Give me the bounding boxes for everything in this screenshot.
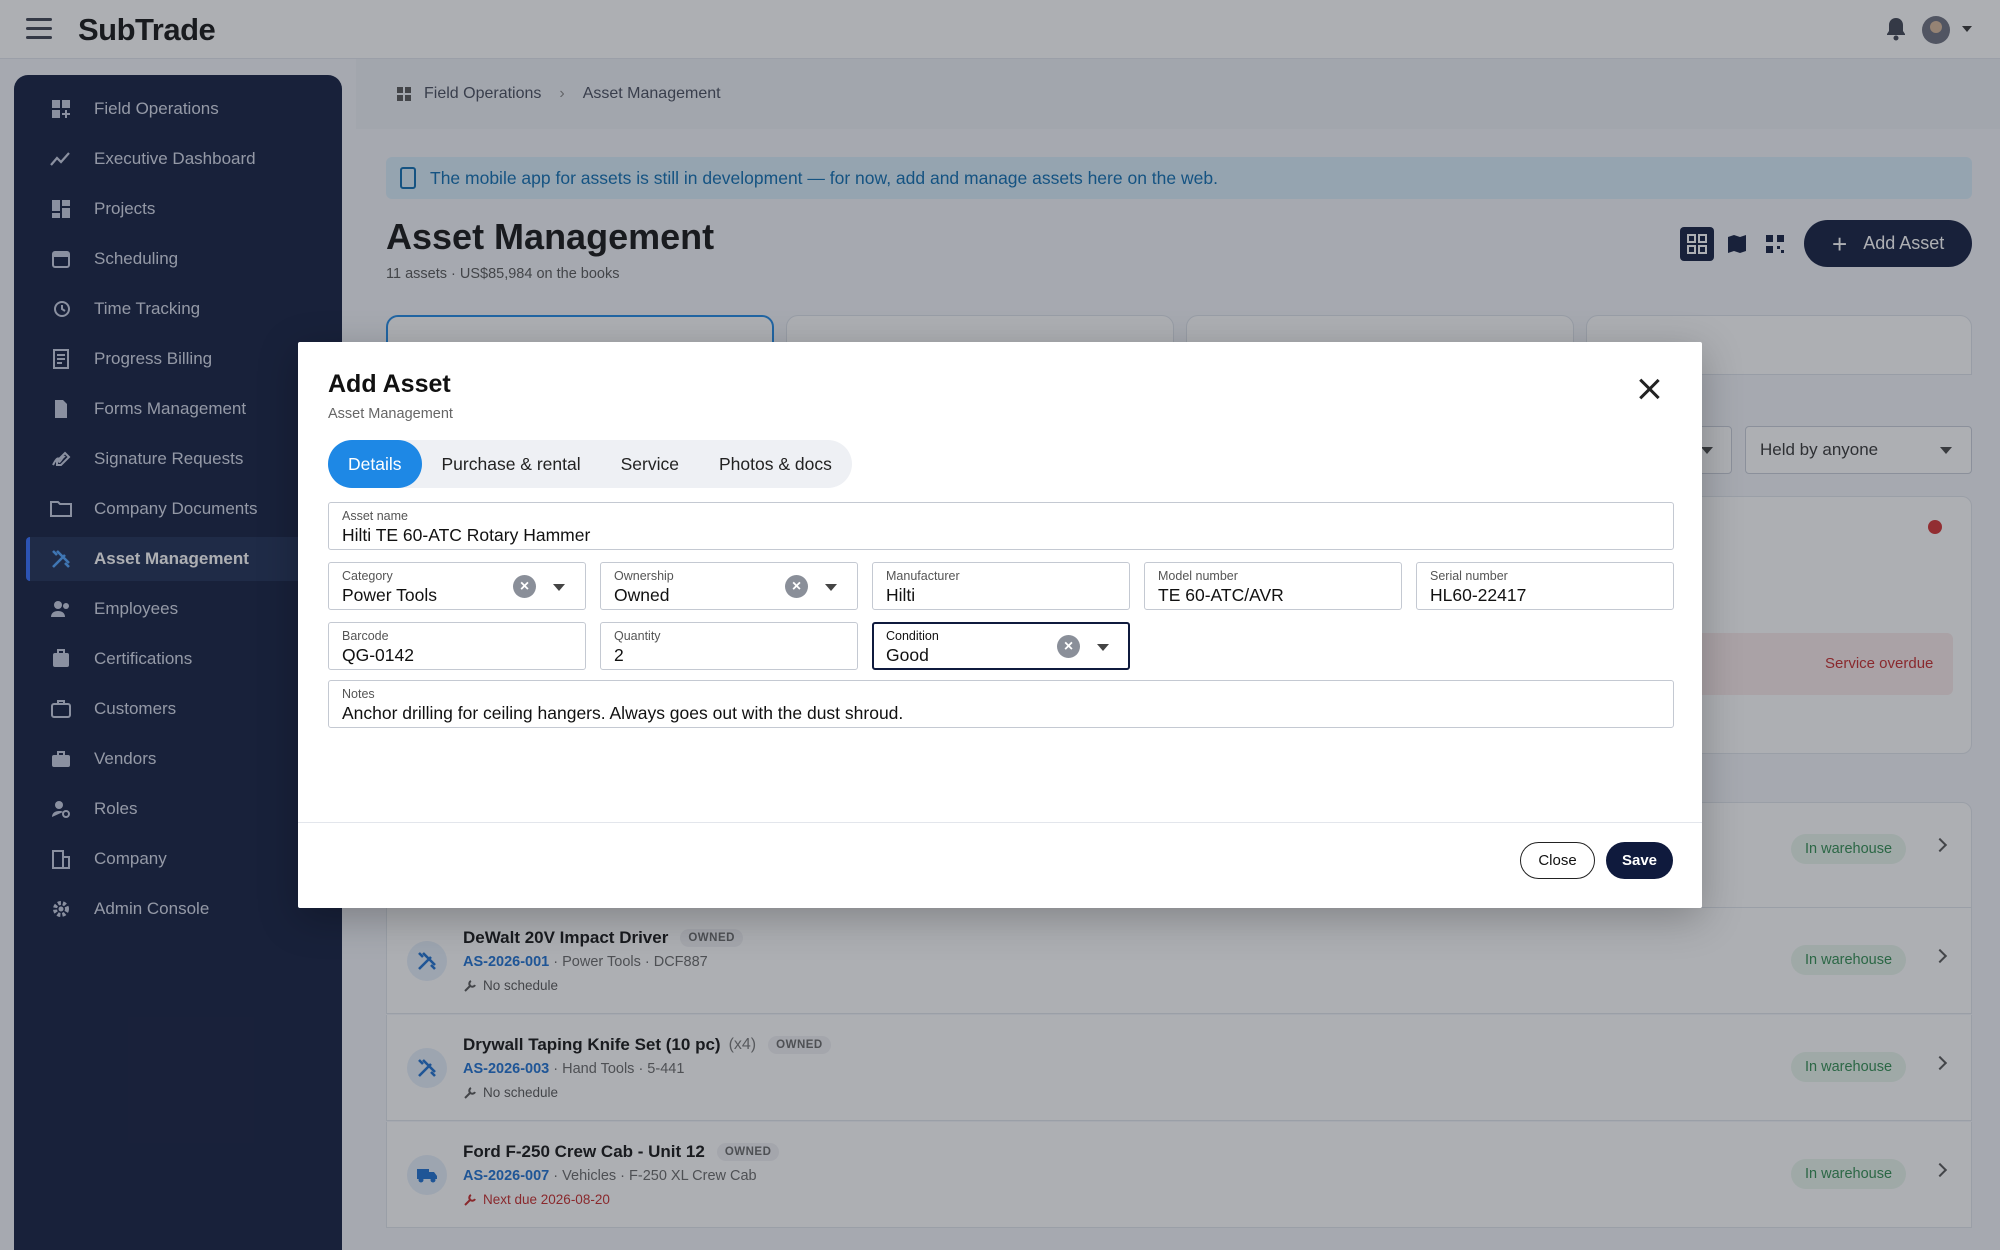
add-asset-modal: Add Asset Asset Management Details Purch… bbox=[298, 342, 1702, 908]
condition-select[interactable]: Condition Good × bbox=[872, 622, 1130, 670]
tab-service[interactable]: Service bbox=[601, 440, 699, 488]
ownership-label: Ownership bbox=[614, 569, 674, 583]
category-select[interactable]: Category Power Tools × bbox=[328, 562, 586, 610]
notes-label: Notes bbox=[342, 687, 375, 701]
chevron-down-icon[interactable] bbox=[1097, 644, 1109, 651]
tab-photos-docs[interactable]: Photos & docs bbox=[699, 440, 852, 488]
chevron-down-icon[interactable] bbox=[553, 584, 565, 591]
manufacturer-label: Manufacturer bbox=[886, 569, 960, 583]
chevron-down-icon[interactable] bbox=[825, 584, 837, 591]
model-number-label: Model number bbox=[1158, 569, 1238, 583]
asset-name-value: Hilti TE 60-ATC Rotary Hammer bbox=[342, 525, 591, 545]
tab-purchase-rental[interactable]: Purchase & rental bbox=[422, 440, 601, 488]
quantity-field[interactable]: Quantity 2 bbox=[600, 622, 858, 670]
modal-subtitle: Asset Management bbox=[328, 406, 453, 422]
quantity-label: Quantity bbox=[614, 629, 661, 643]
asset-name-label: Asset name bbox=[342, 509, 409, 523]
barcode-value: QG-0142 bbox=[342, 645, 414, 665]
modal-divider bbox=[298, 822, 1702, 823]
serial-number-label: Serial number bbox=[1430, 569, 1508, 583]
asset-name-field[interactable]: Asset name Hilti TE 60-ATC Rotary Hammer bbox=[328, 502, 1674, 550]
manufacturer-value: Hilti bbox=[886, 585, 916, 605]
condition-value: Good bbox=[886, 645, 929, 665]
barcode-label: Barcode bbox=[342, 629, 389, 643]
notes-field[interactable]: Notes Anchor drilling for ceiling hanger… bbox=[328, 680, 1674, 728]
close-button[interactable]: Close bbox=[1520, 842, 1595, 879]
barcode-field[interactable]: Barcode QG-0142 bbox=[328, 622, 586, 670]
tab-details[interactable]: Details bbox=[328, 440, 422, 488]
clear-icon[interactable]: × bbox=[1057, 635, 1080, 658]
quantity-value: 2 bbox=[614, 645, 624, 665]
notes-value: Anchor drilling for ceiling hangers. Alw… bbox=[342, 703, 904, 723]
category-label: Category bbox=[342, 569, 393, 583]
clear-icon[interactable]: × bbox=[513, 575, 536, 598]
clear-icon[interactable]: × bbox=[785, 575, 808, 598]
condition-label: Condition bbox=[886, 629, 939, 643]
save-button[interactable]: Save bbox=[1606, 842, 1673, 879]
ownership-value: Owned bbox=[614, 585, 670, 605]
category-value: Power Tools bbox=[342, 585, 438, 605]
model-number-value: TE 60-ATC/AVR bbox=[1158, 585, 1284, 605]
modal-tabs: Details Purchase & rental Service Photos… bbox=[328, 440, 852, 488]
model-number-field[interactable]: Model number TE 60-ATC/AVR bbox=[1144, 562, 1402, 610]
close-icon[interactable] bbox=[1638, 378, 1660, 400]
modal-title: Add Asset bbox=[328, 370, 451, 398]
manufacturer-field[interactable]: Manufacturer Hilti bbox=[872, 562, 1130, 610]
serial-number-value: HL60-22417 bbox=[1430, 585, 1527, 605]
ownership-select[interactable]: Ownership Owned × bbox=[600, 562, 858, 610]
serial-number-field[interactable]: Serial number HL60-22417 bbox=[1416, 562, 1674, 610]
